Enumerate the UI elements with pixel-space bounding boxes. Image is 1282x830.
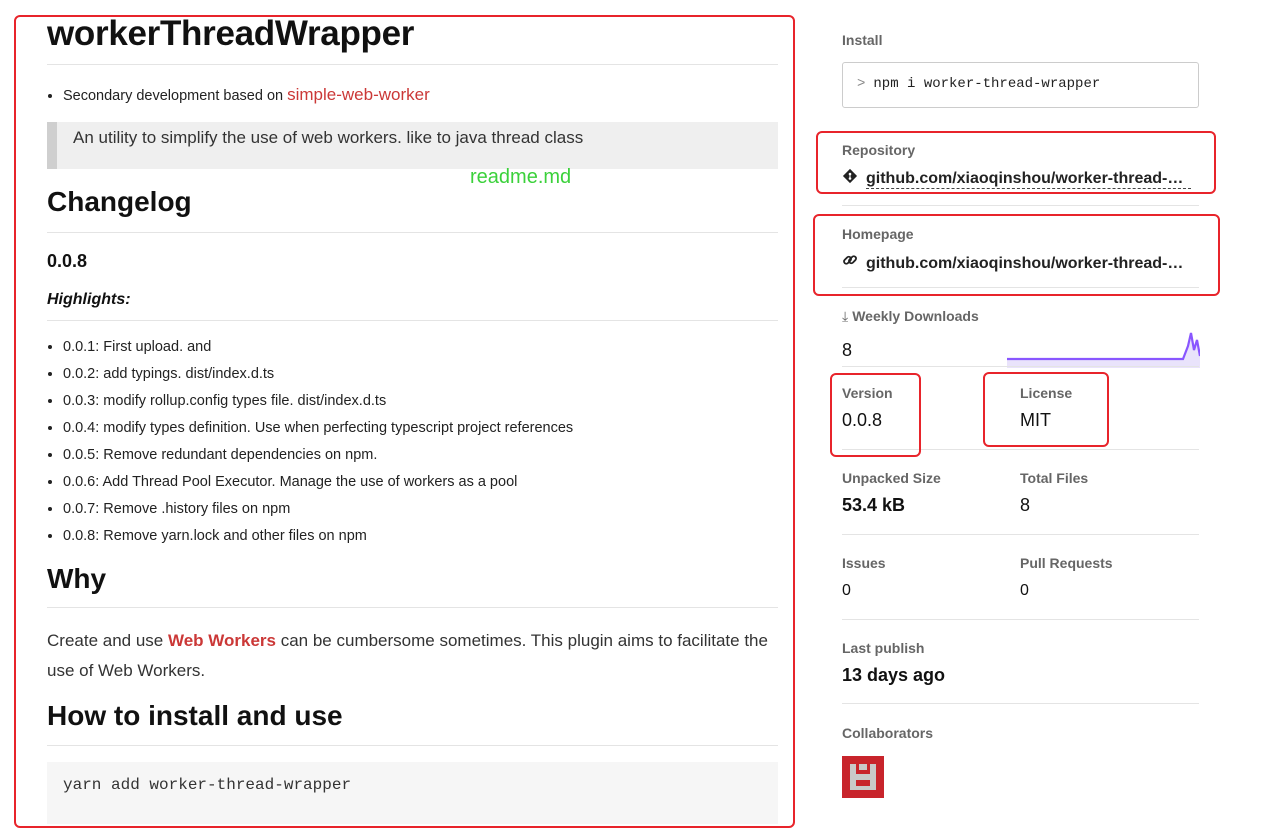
- issues-label: Issues: [842, 555, 886, 571]
- last-publish-value: 13 days ago: [842, 665, 946, 685]
- weekly-downloads-value: 8: [842, 340, 853, 360]
- pull-requests-label: Pull Requests: [1020, 555, 1113, 571]
- divider: [842, 366, 1199, 367]
- prompt-icon: >: [857, 76, 866, 92]
- readme-highlight-box: [14, 15, 795, 828]
- repository-highlight-box: [816, 131, 1216, 194]
- weekly-downloads-label: ⤓ Weekly Downloads: [842, 308, 979, 325]
- divider: [842, 534, 1199, 535]
- avatar-pattern: [850, 764, 876, 790]
- issues-value[interactable]: 0: [842, 582, 851, 600]
- version-highlight-box: [830, 373, 921, 457]
- last-publish-label: Last publish: [842, 640, 925, 656]
- downloads-sparkline: [1007, 332, 1200, 368]
- total-files-value: 8: [1020, 495, 1031, 515]
- homepage-highlight-box: [813, 214, 1220, 296]
- pull-requests-value[interactable]: 0: [1020, 582, 1029, 600]
- license-highlight-box: [983, 372, 1109, 447]
- install-label: Install: [842, 32, 883, 48]
- divider: [842, 619, 1199, 620]
- install-command-box[interactable]: > npm i worker-thread-wrapper: [842, 62, 1199, 108]
- weekly-downloads-text: Weekly Downloads: [852, 308, 979, 324]
- total-files-label: Total Files: [1020, 470, 1089, 486]
- unpacked-size-value: 53.4 kB: [842, 495, 906, 515]
- divider: [842, 205, 1199, 206]
- unpacked-size-label: Unpacked Size: [842, 470, 941, 486]
- collaborator-avatar[interactable]: [842, 756, 884, 798]
- divider: [842, 703, 1199, 704]
- collaborators-label: Collaborators: [842, 725, 934, 741]
- install-command: npm i worker-thread-wrapper: [873, 76, 1101, 92]
- download-icon: ⤓: [842, 308, 849, 324]
